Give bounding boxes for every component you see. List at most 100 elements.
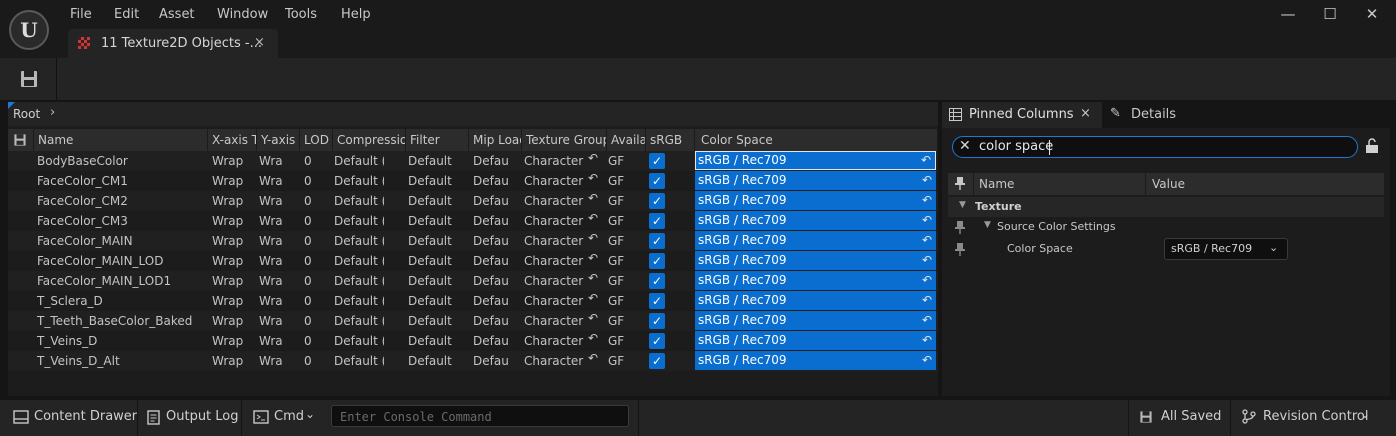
- cell-x-axis[interactable]: Wrap: [212, 151, 256, 171]
- cell-y-axis[interactable]: Wra: [259, 291, 297, 311]
- console-input-field[interactable]: [332, 406, 622, 428]
- cell-texture-group[interactable]: Character: [524, 171, 586, 191]
- cell-x-axis[interactable]: Wrap: [212, 191, 256, 211]
- srgb-checkbox[interactable]: ✓: [649, 173, 665, 189]
- srgb-checkbox[interactable]: ✓: [649, 313, 665, 329]
- cell-compression[interactable]: Default (E: [334, 191, 384, 211]
- cell-y-axis[interactable]: Wra: [259, 231, 297, 251]
- cell-lod[interactable]: 0: [304, 151, 330, 171]
- cell-filter[interactable]: Default: [408, 211, 466, 231]
- cell-texture-group[interactable]: Character: [524, 291, 586, 311]
- cell-color-space[interactable]: sRGB / Rec709 ↶: [695, 251, 936, 270]
- table-row[interactable]: T_Sclera_DWrapWra 0Default (E Default Defau…: [8, 291, 938, 311]
- column-header-x-axis[interactable]: X-axis T: [208, 129, 257, 151]
- cell-color-space[interactable]: sRGB / Rec709 ↶: [695, 171, 936, 190]
- cell-mip-load[interactable]: Defau: [473, 291, 518, 311]
- cell-compression[interactable]: Default (E: [334, 311, 384, 331]
- chevron-down-icon[interactable]: ⌄: [1360, 407, 1370, 421]
- cell-availability[interactable]: GF: [608, 251, 626, 271]
- cell-availability[interactable]: GF: [608, 311, 626, 331]
- cell-availability[interactable]: GF: [608, 151, 626, 171]
- menu-window[interactable]: Window: [217, 7, 268, 22]
- cell-texture-group[interactable]: Character: [524, 251, 586, 271]
- reset-to-default-icon[interactable]: ↶: [588, 171, 598, 185]
- cell-y-axis[interactable]: Wra: [259, 271, 297, 291]
- cell-name[interactable]: FaceColor_MAIN_LOD1: [37, 271, 207, 291]
- cell-filter[interactable]: Default: [408, 231, 466, 251]
- cell-availability[interactable]: GF: [608, 351, 626, 371]
- cell-mip-load[interactable]: Defau: [473, 331, 518, 351]
- cell-x-axis[interactable]: Wrap: [212, 211, 256, 231]
- cell-filter[interactable]: Default: [408, 151, 466, 171]
- all-saved-button[interactable]: All Saved: [1161, 409, 1221, 424]
- srgb-checkbox[interactable]: ✓: [649, 233, 665, 249]
- save-icon[interactable]: [13, 66, 43, 92]
- unreal-logo-icon[interactable]: U: [9, 10, 49, 50]
- cell-texture-group[interactable]: Character: [524, 311, 586, 331]
- cell-color-space[interactable]: sRGB / Rec709 ↶: [695, 191, 936, 210]
- reset-to-default-icon[interactable]: ↶: [922, 211, 932, 230]
- document-tab[interactable]: 11 Texture2D Objects -... ×: [68, 29, 278, 58]
- tab-close-icon[interactable]: ×: [1080, 106, 1091, 121]
- cell-filter[interactable]: Default: [408, 311, 466, 331]
- breadcrumb-root[interactable]: Root: [13, 107, 40, 121]
- column-header-filter[interactable]: Filter: [406, 129, 469, 151]
- cell-texture-group[interactable]: Character: [524, 231, 586, 251]
- reset-to-default-icon[interactable]: ↶: [588, 211, 598, 225]
- reset-to-default-icon[interactable]: ↶: [588, 311, 598, 325]
- maximize-icon[interactable]: ☐: [1318, 5, 1342, 25]
- cell-filter[interactable]: Default: [408, 291, 466, 311]
- cell-lod[interactable]: 0: [304, 171, 330, 191]
- cell-mip-load[interactable]: Defau: [473, 151, 518, 171]
- cell-y-axis[interactable]: Wra: [259, 171, 297, 191]
- cell-compression[interactable]: Default (E: [334, 291, 384, 311]
- close-window-icon[interactable]: ✕: [1360, 5, 1384, 25]
- collapse-arrow-icon[interactable]: ▼: [959, 200, 966, 210]
- cell-y-axis[interactable]: Wra: [259, 211, 297, 231]
- category-texture[interactable]: ▼ Texture: [948, 197, 1384, 217]
- cell-name[interactable]: T_Veins_D: [37, 331, 207, 351]
- collapse-arrow-icon[interactable]: ▼: [984, 220, 991, 230]
- reset-to-default-icon[interactable]: ↶: [588, 151, 598, 165]
- cell-filter[interactable]: Default: [408, 351, 466, 371]
- cell-name[interactable]: T_Veins_D_Alt: [37, 351, 207, 371]
- table-row[interactable]: T_Veins_DWrapWra 0Default (E Default Defau C…: [8, 331, 938, 351]
- cell-compression[interactable]: Default (E: [334, 251, 384, 271]
- cell-lod[interactable]: 0: [304, 351, 330, 371]
- cell-y-axis[interactable]: Wra: [259, 251, 297, 271]
- cell-texture-group[interactable]: Character: [524, 211, 586, 231]
- cell-availability[interactable]: GF: [608, 231, 626, 251]
- tab-details[interactable]: Details: [1131, 107, 1176, 122]
- cell-x-axis[interactable]: Wrap: [212, 291, 256, 311]
- cell-x-axis[interactable]: Wrap: [212, 271, 256, 291]
- cell-lod[interactable]: 0: [304, 271, 330, 291]
- chevron-down-icon[interactable]: ⌄: [305, 407, 315, 421]
- cell-lod[interactable]: 0: [304, 211, 330, 231]
- cmd-dropdown[interactable]: Cmd: [274, 409, 304, 424]
- cell-x-axis[interactable]: Wrap: [212, 331, 256, 351]
- cell-mip-load[interactable]: Defau: [473, 171, 518, 191]
- column-header-srgb[interactable]: sRGB: [646, 129, 695, 151]
- column-header-mip-load[interactable]: Mip Load: [469, 129, 522, 151]
- menu-edit[interactable]: Edit: [114, 7, 139, 22]
- table-row[interactable]: FaceColor_CM1WrapWra 0Default (E Default De…: [8, 171, 938, 191]
- cell-compression[interactable]: Default (E: [334, 331, 384, 351]
- column-header-color-space[interactable]: Color Space: [695, 129, 938, 151]
- cell-compression[interactable]: Default (E: [334, 351, 384, 371]
- cell-color-space[interactable]: sRGB / Rec709 ↶: [695, 151, 936, 170]
- srgb-checkbox[interactable]: ✓: [649, 353, 665, 369]
- cell-filter[interactable]: Default: [408, 331, 466, 351]
- cell-filter[interactable]: Default: [408, 171, 466, 191]
- table-row[interactable]: FaceColor_CM2WrapWra 0Default (E Default De…: [8, 191, 938, 211]
- reset-to-default-icon[interactable]: ↶: [921, 152, 931, 169]
- table-row[interactable]: BodyBaseColorWrapWra 0Default (E Default De…: [8, 151, 938, 171]
- menu-file[interactable]: File: [70, 7, 92, 22]
- output-log-button[interactable]: Output Log: [166, 409, 239, 424]
- content-drawer-button[interactable]: Content Drawer: [34, 409, 137, 424]
- cell-color-space[interactable]: sRGB / Rec709 ↶: [695, 311, 936, 330]
- reset-to-default-icon[interactable]: ↶: [922, 271, 932, 290]
- cell-texture-group[interactable]: Character: [524, 191, 586, 211]
- cell-name[interactable]: FaceColor_CM3: [37, 211, 207, 231]
- srgb-checkbox[interactable]: ✓: [649, 293, 665, 309]
- cell-filter[interactable]: Default: [408, 271, 466, 291]
